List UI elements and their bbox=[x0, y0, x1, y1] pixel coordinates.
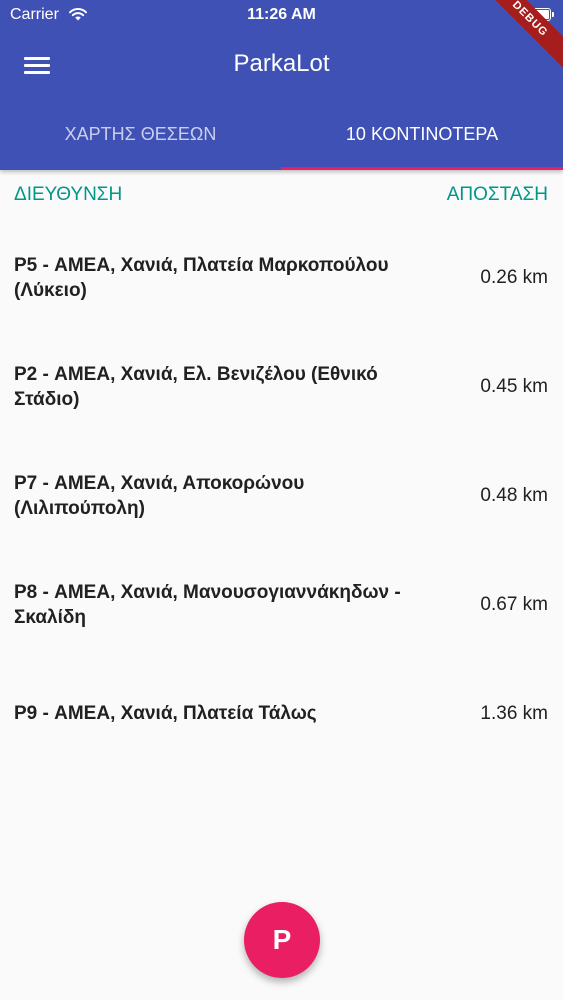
tab-nearest[interactable]: 10 ΚΟΝΤΙΝΟΤΕΡΑ bbox=[281, 100, 563, 170]
list-item-address: P5 - ΑΜΕΑ, Χανιά, Πλατεία Μαρκοπούλου (Λ… bbox=[14, 254, 389, 301]
parking-list: P5 - ΑΜΕΑ, Χανιά, Πλατεία Μαρκοπούλου (Λ… bbox=[0, 223, 563, 768]
distance-column-header: ΑΠΟΣΤΑΣΗ bbox=[446, 184, 548, 205]
list-item-address: P8 - ΑΜΕΑ, Χανιά, Μανουσογιαννάκηδων - Σ… bbox=[14, 581, 401, 628]
list-item[interactable]: P9 - ΑΜΕΑ, Χανιά, Πλατεία Τάλως 1.36 km bbox=[0, 659, 563, 768]
tab-indicator bbox=[281, 167, 563, 170]
tab-map[interactable]: ΧΑΡΤΗΣ ΘΕΣΕΩΝ bbox=[0, 100, 281, 170]
list-item-distance: 0.26 km bbox=[480, 266, 548, 288]
tab-bar: ΧΑΡΤΗΣ ΘΕΣΕΩΝ 10 ΚΟΝΤΙΝΟΤΕΡΑ bbox=[0, 100, 563, 170]
list-item[interactable]: P8 - ΑΜΕΑ, Χανιά, Μανουσογιαννάκηδων - Σ… bbox=[0, 550, 563, 659]
list-item-distance: 0.45 km bbox=[480, 375, 548, 397]
list-item-address: P9 - ΑΜΕΑ, Χανιά, Πλατεία Τάλως bbox=[14, 703, 317, 724]
list-item-address: P7 - ΑΜΕΑ, Χανιά, Αποκορώνου (Λιλιπούπολ… bbox=[14, 472, 305, 519]
address-column-header: ΔΙΕΥΘΥΝΣΗ bbox=[14, 184, 123, 205]
status-bar: Carrier 11:26 AM bbox=[0, 0, 563, 30]
list-item-distance: 0.48 km bbox=[480, 484, 548, 506]
status-time: 11:26 AM bbox=[247, 6, 316, 23]
app-title: ParkaLot bbox=[233, 50, 330, 77]
list-item-address: P2 - ΑΜΕΑ, Χανιά, Ελ. Βενιζέλου (Εθνικό … bbox=[14, 363, 378, 410]
app-bar: Carrier 11:26 AM ParkaLot DEBUG ΧΑΡΤΗΣ Θ… bbox=[0, 0, 563, 170]
list-item[interactable]: P2 - ΑΜΕΑ, Χανιά, Ελ. Βενιζέλου (Εθνικό … bbox=[0, 332, 563, 441]
list-item-distance: 1.36 km bbox=[480, 702, 548, 724]
parking-fab-button[interactable]: P bbox=[244, 902, 320, 978]
list-item-distance: 0.67 km bbox=[480, 593, 548, 615]
list-header: ΔΙΕΥΘΥΝΣΗ ΑΠΟΣΤΑΣΗ bbox=[0, 180, 563, 212]
list-item[interactable]: P7 - ΑΜΕΑ, Χανιά, Αποκορώνου (Λιλιπούπολ… bbox=[0, 441, 563, 550]
list-item[interactable]: P5 - ΑΜΕΑ, Χανιά, Πλατεία Μαρκοπούλου (Λ… bbox=[0, 223, 563, 332]
